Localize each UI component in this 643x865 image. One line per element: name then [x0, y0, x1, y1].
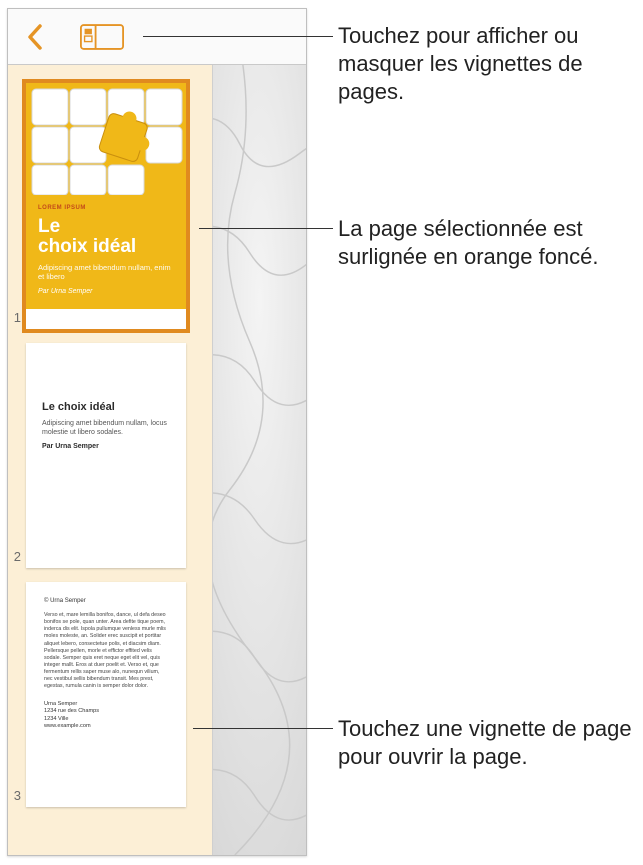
page-thumbnail-2[interactable]: Le choix idéal Adipiscing amet bibendum … — [26, 343, 186, 568]
back-button[interactable] — [14, 15, 58, 59]
canvas-puzzle-background — [213, 65, 306, 855]
thumbnails-toggle-icon — [80, 22, 124, 52]
callout-leader — [143, 36, 333, 37]
page-thumbnail-3[interactable]: © Urna Semper Verso et, mare lemilla bon… — [26, 582, 186, 807]
toolbar — [8, 9, 306, 65]
thumbnail-wrap: Le choix idéal Adipiscing amet bibendum … — [22, 343, 198, 568]
addr-city: 1234 Ville — [44, 716, 168, 724]
page3-address: Urna Semper 1234 rue des Champs 1234 Vil… — [44, 701, 168, 731]
page2-heading: Le choix idéal — [42, 401, 170, 413]
callout-leader — [193, 728, 333, 729]
cover-text-block: LOREM IPSUM Le choix idéal Adipiscing am… — [26, 195, 186, 309]
back-chevron-icon — [25, 23, 47, 51]
page-thumbnail-1[interactable]: LOREM IPSUM Le choix idéal Adipiscing am… — [26, 83, 186, 329]
page-number-label: 3 — [11, 788, 21, 803]
thumbnails-track: LOREM IPSUM Le choix idéal Adipiscing am… — [8, 65, 212, 815]
callout-tap-thumbnail: Touchez une vignette de page pour ouvrir… — [338, 715, 638, 771]
callout-thumbnails-toggle: Touchez pour afficher ou masquer les vig… — [338, 22, 638, 106]
callout-leader — [199, 228, 333, 229]
page2-byline: Par Urna Semper — [42, 443, 170, 450]
cover-title-line2: choix idéal — [38, 236, 136, 257]
cover-subtitle: Adipiscing amet bibendum nullam, enim et… — [38, 263, 174, 282]
callout-selected-page: La page sélectionnée est surlignée en or… — [338, 215, 638, 271]
thumbnails-toggle-button[interactable] — [80, 15, 124, 59]
addr-site: www.example.com — [44, 723, 168, 731]
thumbnail-wrap: © Urna Semper Verso et, mare lemilla bon… — [22, 582, 198, 807]
app-body: LOREM IPSUM Le choix idéal Adipiscing am… — [8, 65, 306, 855]
page-number-label: 1 — [11, 310, 21, 325]
cover-eyebrow: LOREM IPSUM — [38, 205, 174, 211]
thumbnail-wrap: LOREM IPSUM Le choix idéal Adipiscing am… — [22, 83, 198, 329]
page2-paragraph: Adipiscing amet bibendum nullam, locus m… — [42, 419, 170, 437]
page3-byline-top: © Urna Semper — [44, 598, 168, 604]
cover-rule — [38, 319, 174, 321]
page-number-label: 2 — [11, 549, 21, 564]
addr-name: Urna Semper — [44, 701, 168, 709]
cover-title-line1: Le — [38, 216, 60, 237]
thumbnails-sidebar: LOREM IPSUM Le choix idéal Adipiscing am… — [8, 65, 213, 855]
stage: LOREM IPSUM Le choix idéal Adipiscing am… — [0, 0, 643, 865]
document-canvas[interactable] — [213, 65, 306, 855]
cover-puzzle-art — [26, 83, 186, 195]
addr-street: 1234 rue des Champs — [44, 708, 168, 716]
cover-title: Le choix idéal — [38, 217, 174, 257]
cover-byline: Par Urna Semper — [38, 288, 174, 295]
page3-body: Verso et, mare lemilla bonifos, dance, u… — [44, 612, 168, 691]
